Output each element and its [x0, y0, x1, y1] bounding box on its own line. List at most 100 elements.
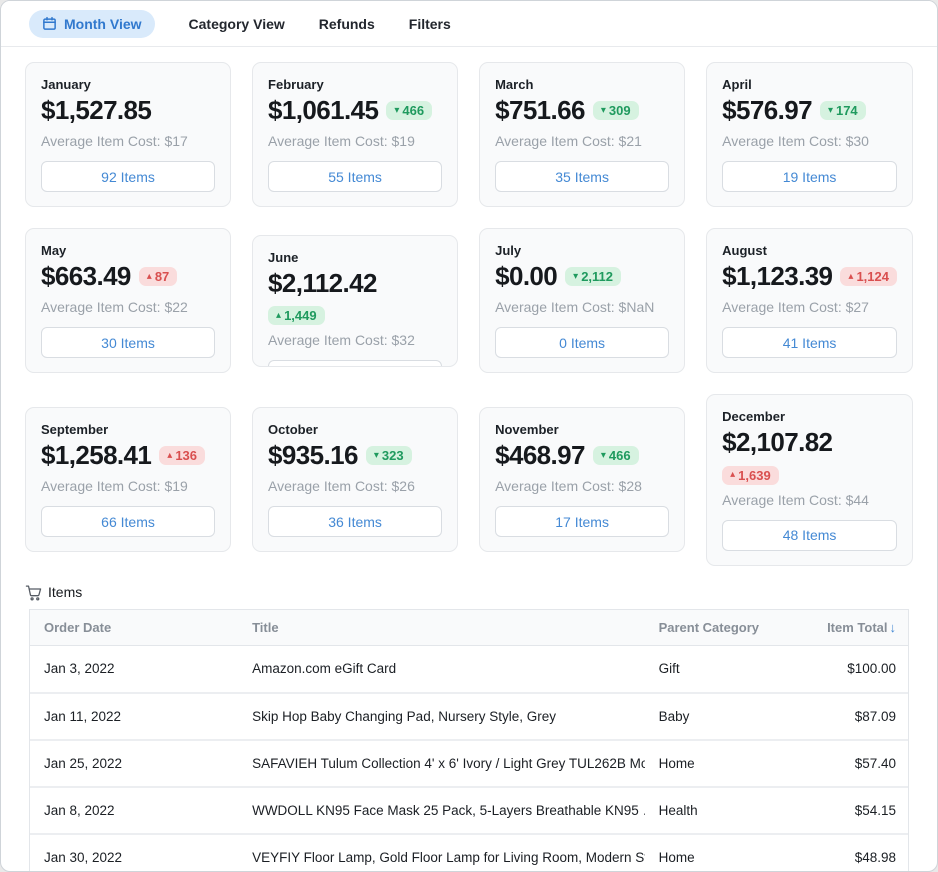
month-total: $1,061.45 [268, 95, 378, 126]
column-header-parent-category[interactable]: Parent Category [645, 610, 812, 646]
title-cell: VEYFIY Floor Lamp, Gold Floor Lamp for L… [238, 834, 645, 872]
tab-refunds[interactable]: Refunds [319, 16, 375, 32]
caret-up-icon: ▴ [147, 272, 152, 282]
change-badge: ▴136 [159, 446, 205, 465]
app-window: Month View Category View Refunds Filters… [0, 0, 938, 872]
caret-down-icon: ▾ [601, 106, 606, 116]
change-value: 87 [155, 270, 169, 283]
caret-up-icon: ▴ [167, 451, 172, 461]
average-item-cost: Average Item Cost: $30 [722, 133, 897, 149]
table-row[interactable]: Jan 30, 2022 VEYFIY Floor Lamp, Gold Flo… [30, 834, 908, 872]
table-row[interactable]: Jan 3, 2022 Amazon.com eGift Card Gift $… [30, 646, 908, 693]
month-card-august: August $1,123.39 ▴1,124 Average Item Cos… [706, 228, 913, 373]
month-card-november: November $468.97 ▾466 Average Item Cost:… [479, 407, 685, 552]
average-item-cost: Average Item Cost: $19 [268, 133, 442, 149]
month-name: June [268, 250, 442, 265]
caret-down-icon: ▾ [601, 451, 606, 461]
month-card-april: April $576.97 ▾174 Average Item Cost: $3… [706, 62, 913, 207]
total-cell: $100.00 [811, 646, 908, 693]
table-row[interactable]: Jan 25, 2022 SAFAVIEH Tulum Collection 4… [30, 740, 908, 787]
tab-filters[interactable]: Filters [409, 16, 451, 32]
month-name: December [722, 409, 897, 424]
items-count-button[interactable]: 36 Items [268, 506, 442, 537]
items-count-button[interactable]: 17 Items [495, 506, 669, 537]
month-name: July [495, 243, 669, 258]
caret-down-icon: ▾ [573, 272, 578, 282]
items-count-button[interactable]: 41 Items [722, 327, 897, 358]
caret-up-icon: ▴ [276, 311, 281, 321]
items-count-button[interactable]: 30 Items [41, 327, 215, 358]
total-cell: $54.15 [811, 787, 908, 834]
items-count-button[interactable]: 19 Items [722, 161, 897, 192]
column-header-order-date[interactable]: Order Date [30, 610, 238, 646]
month-name: April [722, 77, 897, 92]
order-date-cell: Jan 30, 2022 [30, 834, 238, 872]
change-value: 174 [836, 104, 858, 117]
category-cell: Health [645, 787, 812, 834]
month-card-september: September $1,258.41 ▴136 Average Item Co… [25, 407, 231, 552]
change-badge: ▾466 [386, 101, 432, 120]
items-table: Order Date Title Parent Category Item To… [30, 610, 908, 872]
month-name: August [722, 243, 897, 258]
items-count-button[interactable]: 67 Items [268, 360, 442, 367]
average-item-cost: Average Item Cost: $21 [495, 133, 669, 149]
total-cell: $87.09 [811, 693, 908, 740]
caret-up-icon: ▴ [848, 272, 853, 282]
tab-category-view[interactable]: Category View [189, 16, 285, 32]
change-badge: ▾323 [366, 446, 412, 465]
items-table-container: Order Date Title Parent Category Item To… [29, 609, 909, 872]
caret-down-icon: ▾ [394, 106, 399, 116]
month-card-march: March $751.66 ▾309 Average Item Cost: $2… [479, 62, 685, 207]
month-card-december: December $2,107.82 ▴1,639 Average Item C… [706, 394, 913, 566]
title-cell: Amazon.com eGift Card [238, 646, 645, 693]
month-card-may: May $663.49 ▴87 Average Item Cost: $22 3… [25, 228, 231, 373]
average-item-cost: Average Item Cost: $19 [41, 478, 215, 494]
items-count-button[interactable]: 35 Items [495, 161, 669, 192]
order-date-cell: Jan 11, 2022 [30, 693, 238, 740]
items-count-button[interactable]: 55 Items [268, 161, 442, 192]
title-cell: SAFAVIEH Tulum Collection 4' x 6' Ivory … [238, 740, 645, 787]
change-badge: ▾174 [820, 101, 866, 120]
table-row[interactable]: Jan 11, 2022 Skip Hop Baby Changing Pad,… [30, 693, 908, 740]
column-header-title[interactable]: Title [238, 610, 645, 646]
month-card-june: June $2,112.42 ▴1,449 Average Item Cost:… [252, 235, 458, 367]
average-item-cost: Average Item Cost: $17 [41, 133, 215, 149]
order-date-cell: Jan 3, 2022 [30, 646, 238, 693]
change-value: 323 [382, 449, 404, 462]
total-cell: $48.98 [811, 834, 908, 872]
month-total: $1,258.41 [41, 440, 151, 471]
change-badge: ▾466 [593, 446, 639, 465]
month-total: $468.97 [495, 440, 585, 471]
items-count-button[interactable]: 92 Items [41, 161, 215, 192]
month-card-january: January $1,527.85 Average Item Cost: $17… [25, 62, 231, 207]
change-badge: ▾309 [593, 101, 639, 120]
caret-down-icon: ▾ [374, 451, 379, 461]
month-name: November [495, 422, 669, 437]
items-section-title: Items [48, 584, 82, 600]
category-cell: Gift [645, 646, 812, 693]
month-name: May [41, 243, 215, 258]
change-badge: ▾2,112 [565, 267, 621, 286]
caret-down-icon: ▾ [828, 106, 833, 116]
average-item-cost: Average Item Cost: $22 [41, 299, 215, 315]
change-badge: ▴1,449 [268, 306, 325, 325]
items-count-button[interactable]: 0 Items [495, 327, 669, 358]
shopping-cart-icon [25, 584, 42, 601]
calendar-icon [42, 16, 57, 31]
category-cell: Home [645, 740, 812, 787]
sort-desc-icon: ↓ [890, 620, 897, 635]
table-row[interactable]: Jan 8, 2022 WWDOLL KN95 Face Mask 25 Pac… [30, 787, 908, 834]
month-total: $1,527.85 [41, 95, 151, 126]
average-item-cost: Average Item Cost: $28 [495, 478, 669, 494]
column-header-label: Item Total [827, 620, 887, 635]
month-name: January [41, 77, 215, 92]
month-total: $2,112.42 [268, 268, 377, 299]
items-count-button[interactable]: 66 Items [41, 506, 215, 537]
month-name: October [268, 422, 442, 437]
tab-month-view[interactable]: Month View [29, 10, 155, 38]
title-cell: WWDOLL KN95 Face Mask 25 Pack, 5-Layers … [238, 787, 645, 834]
average-item-cost: Average Item Cost: $44 [722, 492, 897, 508]
change-value: 2,112 [581, 270, 613, 283]
column-header-item-total[interactable]: Item Total↓ [811, 610, 908, 646]
items-count-button[interactable]: 48 Items [722, 520, 897, 551]
